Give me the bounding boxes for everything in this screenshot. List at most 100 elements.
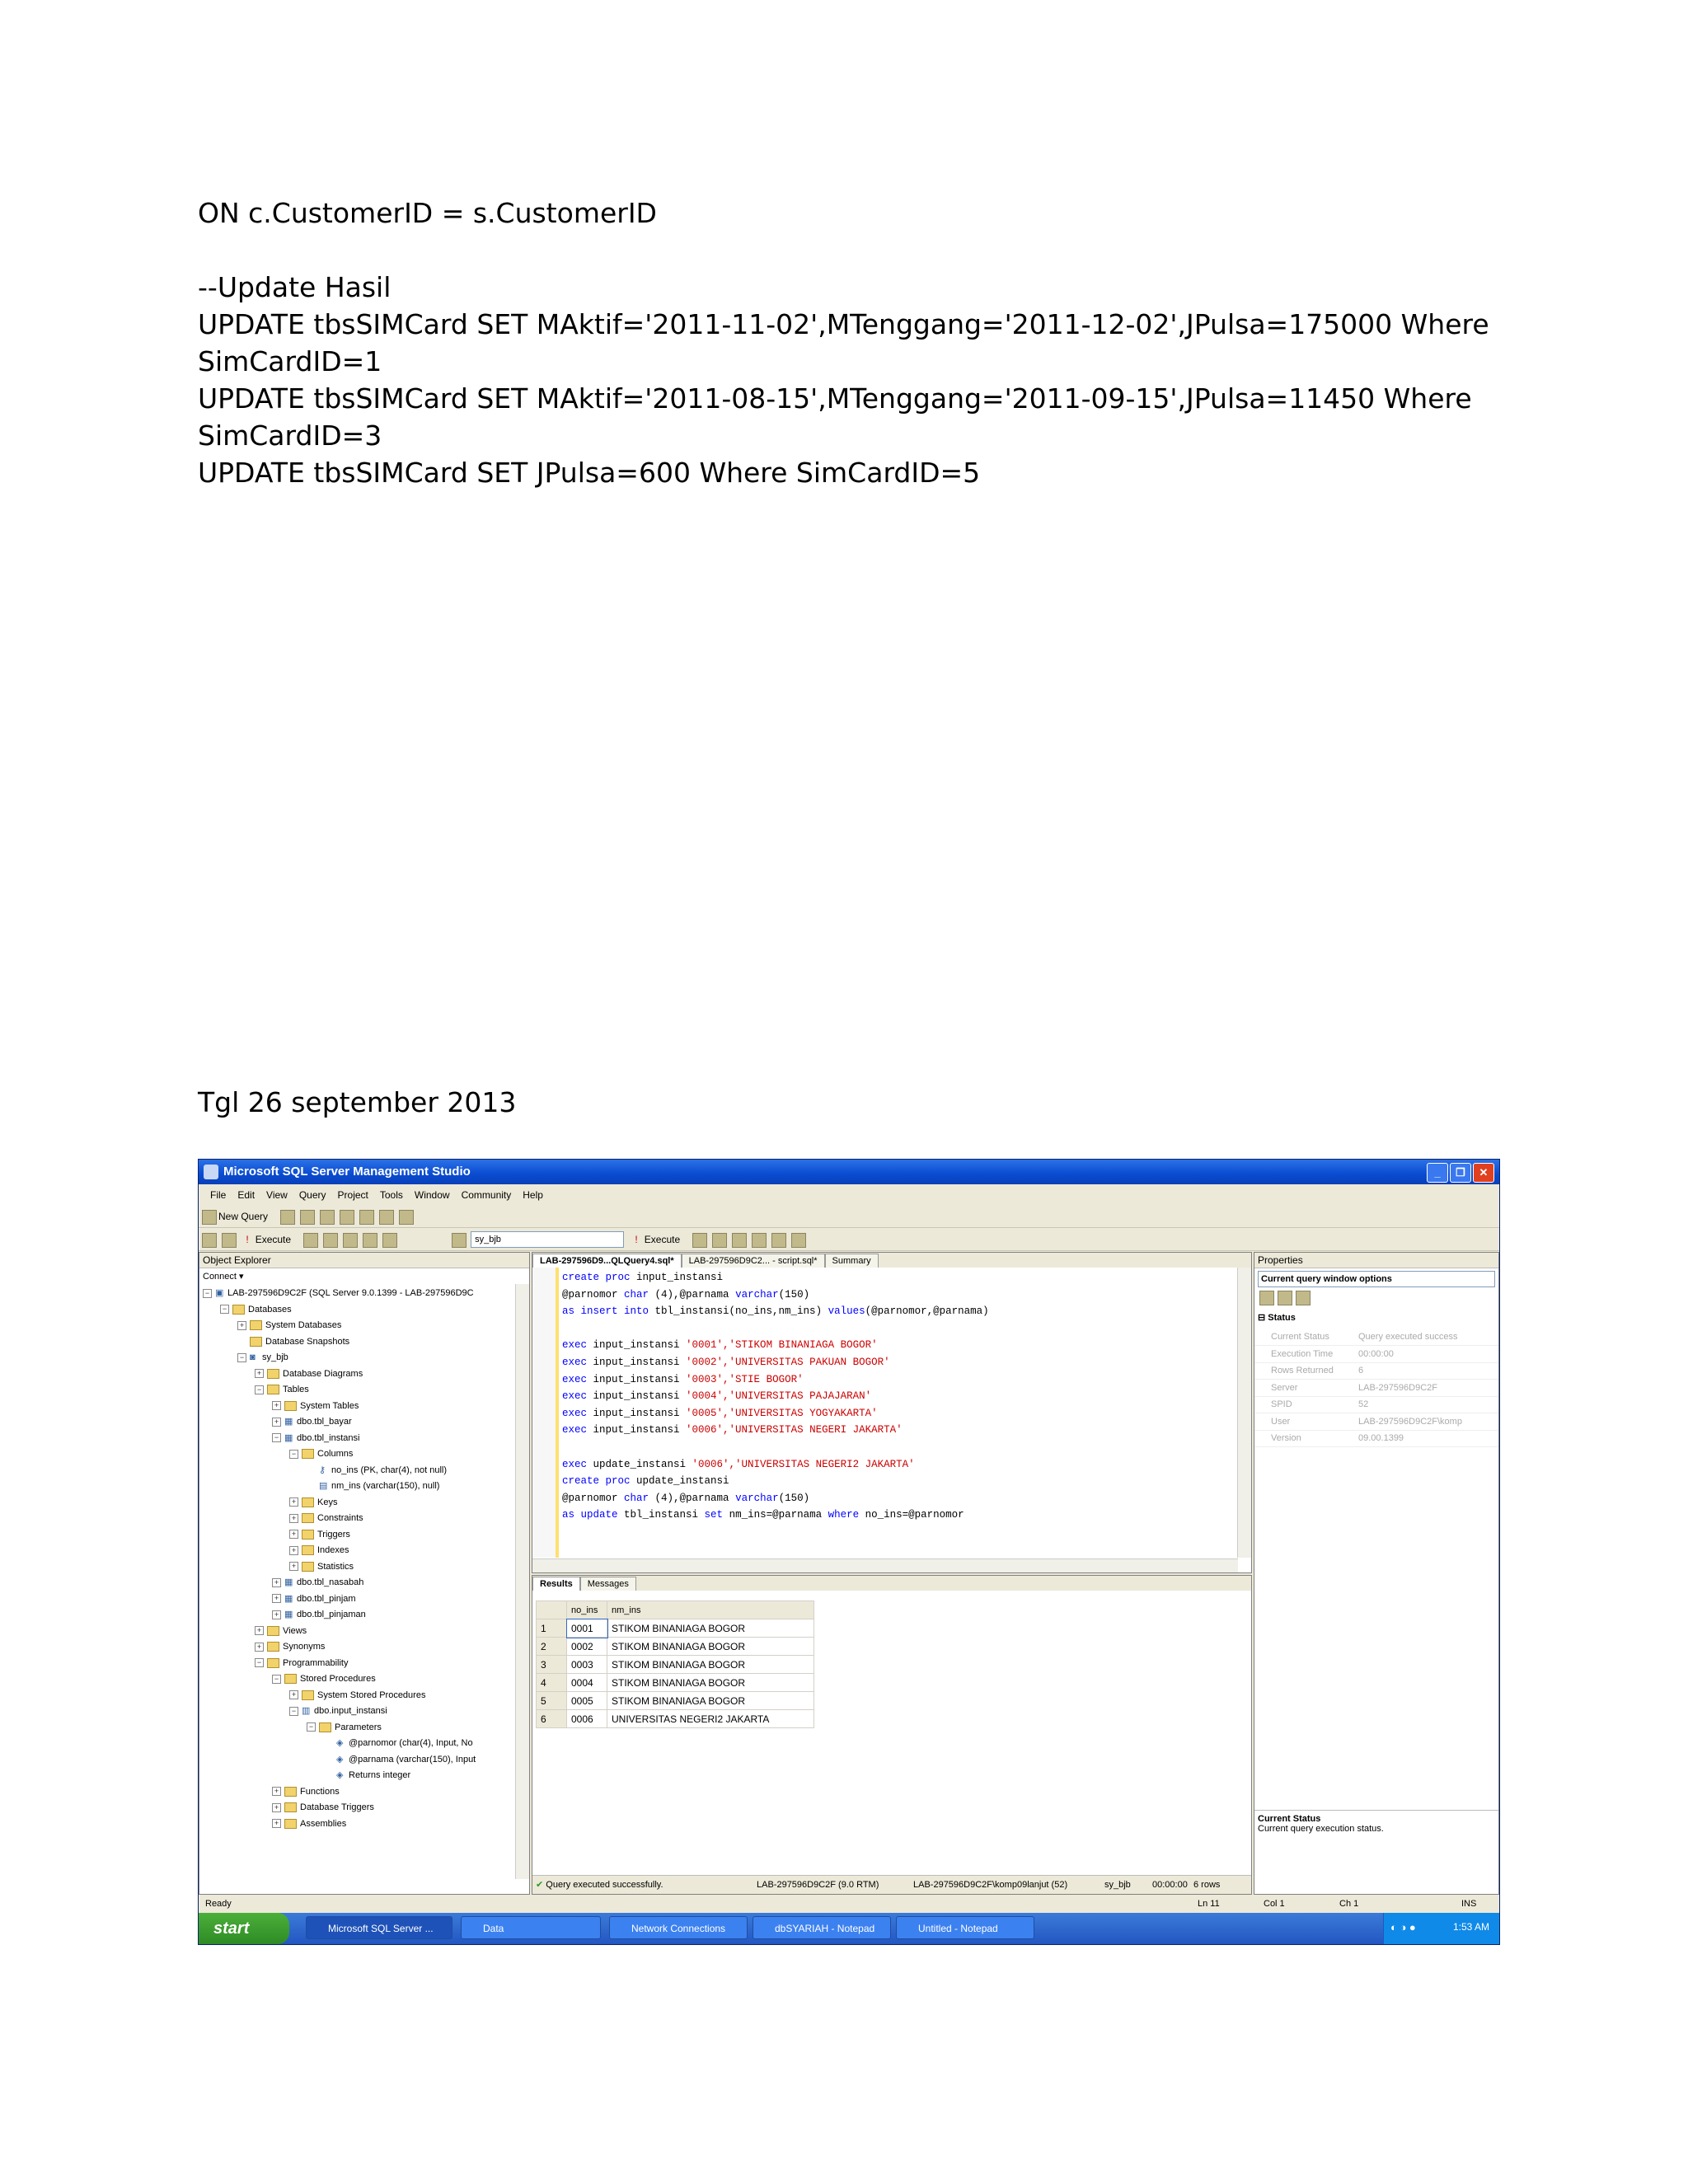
grid-cell[interactable]: STIKOM BINANIAGA BOGOR (607, 1637, 814, 1656)
taskbar-button[interactable]: Untitled - Notepad (896, 1916, 1034, 1939)
object-explorer-scrollbar[interactable] (515, 1284, 529, 1879)
display-plan-icon-2[interactable] (732, 1233, 748, 1248)
categorized-icon[interactable] (1259, 1291, 1274, 1305)
collapse-icon[interactable]: − (307, 1722, 316, 1732)
grid-row-number[interactable]: 2 (536, 1637, 567, 1656)
property-row[interactable]: User LAB-297596D9C2F\komp (1254, 1413, 1498, 1431)
properties-section-status[interactable]: ⊟ Status (1258, 1312, 1296, 1323)
table-row[interactable]: 1 0001 STIKOM BINANIAGA BOGOR (536, 1618, 814, 1638)
menu-community[interactable]: Community (462, 1189, 512, 1201)
display-plan-icon[interactable] (323, 1233, 339, 1248)
expand-icon[interactable]: + (289, 1513, 298, 1523)
tree-node[interactable]: + ▦ dbo.tbl_nasabah (203, 1575, 513, 1591)
tree-node[interactable]: ◈ @parnomor (char(4), Input, No (203, 1736, 513, 1752)
collapse-icon[interactable]: − (237, 1352, 246, 1362)
collapse-icon[interactable]: − (272, 1674, 281, 1684)
tree-node[interactable]: − ▣ LAB-297596D9C2F (SQL Server 9.0.1399 -… (203, 1286, 513, 1302)
menu-tools[interactable]: Tools (380, 1189, 403, 1201)
editor-tab[interactable]: Summary (824, 1254, 879, 1268)
editor-tab[interactable]: LAB-297596D9...QLQuery4.sql* (532, 1254, 682, 1268)
object-explorer-icon[interactable] (359, 1210, 375, 1225)
tree-node[interactable]: + Functions (203, 1784, 513, 1801)
expand-icon[interactable]: + (272, 1802, 281, 1812)
grid-column-header[interactable]: nm_ins (607, 1601, 814, 1619)
tree-node[interactable]: ▤ nm_ins (varchar(150), null) (203, 1479, 513, 1495)
grid-row-number[interactable]: 1 (536, 1619, 567, 1638)
menu-help[interactable]: Help (523, 1189, 543, 1201)
grid-cell[interactable]: 0001 (565, 1618, 608, 1638)
grid-cell[interactable]: STIKOM BINANIAGA BOGOR (607, 1619, 814, 1638)
cancel-query-icon[interactable] (712, 1233, 728, 1248)
sql-code-editor[interactable]: create proc input_instansi @parnomor char… (562, 1269, 1235, 1524)
expand-icon[interactable]: + (289, 1497, 298, 1507)
start-button[interactable]: start (199, 1913, 289, 1944)
grid-cell[interactable]: UNIVERSITAS NEGERI2 JAKARTA (607, 1709, 814, 1728)
taskbar-button[interactable]: Data (461, 1916, 601, 1939)
change-connection-icon[interactable] (222, 1233, 237, 1248)
results-tab-messages[interactable]: Messages (579, 1577, 636, 1591)
registered-servers-icon[interactable] (340, 1210, 355, 1225)
grid-cell[interactable]: 0003 (566, 1655, 607, 1674)
tray-icons[interactable]: ◐ ◑ ● (1390, 1921, 1416, 1933)
connect-icon-2[interactable] (451, 1233, 467, 1248)
tree-node[interactable]: Database Snapshots (203, 1334, 513, 1351)
expand-icon[interactable]: + (272, 1577, 281, 1587)
menu-file[interactable]: File (210, 1189, 226, 1201)
property-row[interactable]: Version 09.00.1399 (1254, 1430, 1498, 1447)
editor-horizontal-scrollbar[interactable] (532, 1558, 1238, 1572)
grid-column-header[interactable]: no_ins (566, 1601, 607, 1619)
collapse-icon[interactable]: − (272, 1433, 281, 1443)
property-row[interactable]: Current Status Query executed success (1254, 1329, 1498, 1346)
taskbar-button[interactable]: Microsoft SQL Server ... (306, 1916, 452, 1939)
properties-icon[interactable] (399, 1210, 415, 1225)
grid-cell[interactable]: STIKOM BINANIAGA BOGOR (607, 1691, 814, 1710)
table-row[interactable]: 4 0004 STIKOM BINANIAGA BOGOR (536, 1673, 814, 1692)
expand-icon[interactable]: + (255, 1369, 264, 1379)
collapse-icon[interactable]: − (255, 1385, 264, 1394)
expand-icon[interactable]: + (289, 1690, 298, 1700)
table-row[interactable]: 6 0006 UNIVERSITAS NEGERI2 JAKARTA (536, 1709, 814, 1728)
grid-row-number[interactable]: 4 (536, 1673, 567, 1692)
table-row[interactable]: 2 0002 STIKOM BINANIAGA BOGOR (536, 1637, 814, 1656)
tree-node[interactable]: + System Tables (203, 1399, 513, 1415)
collapse-icon[interactable]: − (203, 1288, 212, 1298)
tree-node[interactable]: + Statistics (203, 1559, 513, 1576)
grid-corner[interactable] (536, 1601, 567, 1619)
tree-node[interactable]: − Stored Procedures (203, 1671, 513, 1688)
expand-icon[interactable]: + (272, 1819, 281, 1829)
expand-icon[interactable]: + (272, 1610, 281, 1619)
expand-icon[interactable]: + (255, 1626, 264, 1636)
execute-button[interactable]: Execute (256, 1229, 291, 1250)
taskbar-button[interactable]: dbSYARIAH - Notepad (753, 1916, 891, 1939)
execute-button-2[interactable]: Execute (645, 1229, 680, 1250)
editor-tab[interactable]: LAB-297596D9C2... - script.sql* (681, 1254, 825, 1268)
parse-icon-2[interactable] (692, 1233, 708, 1248)
maximize-button[interactable]: ❐ (1450, 1163, 1471, 1183)
tree-node[interactable]: + Triggers (203, 1527, 513, 1544)
parse-icon[interactable] (303, 1233, 319, 1248)
table-row[interactable]: 5 0005 STIKOM BINANIAGA BOGOR (536, 1691, 814, 1710)
property-row[interactable]: Server LAB-297596D9C2F (1254, 1380, 1498, 1397)
alphabetical-icon[interactable] (1278, 1291, 1292, 1305)
save-all-icon[interactable] (320, 1210, 335, 1225)
expand-icon[interactable]: + (289, 1562, 298, 1572)
tree-node[interactable]: + Synonyms (203, 1639, 513, 1656)
tree-node[interactable]: ◈ Returns integer (203, 1768, 513, 1784)
property-row[interactable]: Execution Time 00:00:00 (1254, 1346, 1498, 1363)
results-grid[interactable]: no_ins nm_ins 1 0001 STIKOM BINANIAGA BOGOR 2… (536, 1601, 814, 1728)
new-query-button[interactable]: New Query (218, 1206, 268, 1227)
grid-row-number[interactable]: 5 (536, 1691, 567, 1710)
tree-node[interactable]: ⚷ no_ins (PK, char(4), not null) (203, 1463, 513, 1479)
expand-icon[interactable]: + (272, 1401, 281, 1411)
query-options-icon[interactable] (752, 1233, 767, 1248)
comment-icon[interactable] (363, 1233, 378, 1248)
menu-window[interactable]: Window (415, 1189, 450, 1201)
grid-cell[interactable]: 0006 (566, 1709, 607, 1728)
property-row[interactable]: Rows Returned 6 (1254, 1362, 1498, 1380)
tree-node[interactable]: − Databases (203, 1302, 513, 1319)
connect-icon[interactable] (202, 1233, 217, 1248)
tree-node[interactable]: + Database Diagrams (203, 1366, 513, 1383)
tree-node[interactable]: − Columns (203, 1446, 513, 1463)
database-select[interactable]: sy_bjb (471, 1231, 625, 1248)
save-icon[interactable] (300, 1210, 316, 1225)
